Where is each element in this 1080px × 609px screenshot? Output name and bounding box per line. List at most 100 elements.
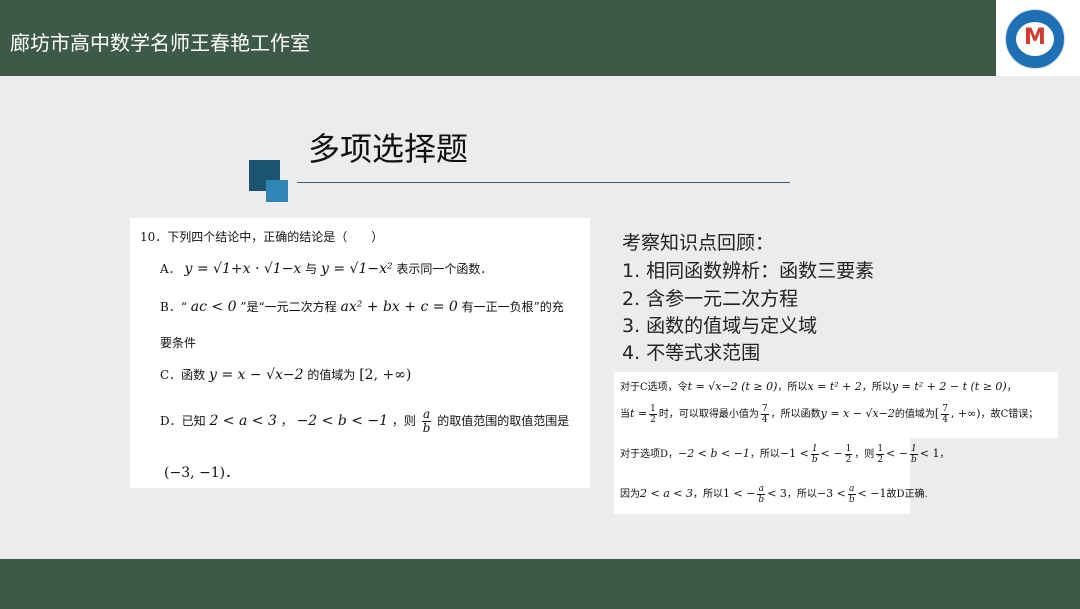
option-a-formula-2: y = √1−x² xyxy=(320,261,393,277)
sol-c2-frac-3-den: 4 xyxy=(942,415,948,425)
option-d-formula-1: 2 < a < 3 xyxy=(209,413,277,429)
sol-c-formula-2: x = t² + 2 xyxy=(807,380,862,393)
option-d: D．已知 2 < a < 3 ， −2 < b < −1 ，则 a b 的取值范… xyxy=(160,408,569,435)
sol-c2-frac-1: 12 xyxy=(649,404,657,425)
sol-d-frac-1: 1b xyxy=(810,444,819,465)
sol-c-text-4: ， xyxy=(1006,382,1017,393)
option-b-mid: ”是“一元二次方程 xyxy=(240,300,337,314)
title-underline xyxy=(297,182,790,183)
sol-d2-text-1: 因为 xyxy=(620,489,640,500)
sol-c2-formula-3: , +∞) xyxy=(950,407,981,420)
sol-c2-text-3: ，所以函数 xyxy=(770,409,821,420)
sol-c2-frac-2: 74 xyxy=(760,404,769,425)
sol-c2-frac-3-num: 7 xyxy=(941,404,949,415)
sol-c2-bracket: [ xyxy=(934,407,940,420)
sol-d-text-3: ，则 xyxy=(854,449,875,460)
solution-d-panel: 对于选项D，−2 < b < −1，所以−1 <1 b < −1 2 ，则 1 2 < −1 b… xyxy=(614,438,949,514)
review-title: 考察知识点回顾： xyxy=(622,232,775,254)
sol-d2-frac-2-num: a xyxy=(847,484,856,495)
question-stem: 10．下列四个结论中，正确的结论是（ ） xyxy=(140,230,384,244)
sol-d-frac-2-num: 1 xyxy=(844,444,853,455)
sol-c2-frac-1-den: 2 xyxy=(650,415,656,425)
question-panel: 10．下列四个结论中，正确的结论是（ ） A． y = √1+x · √1−x … xyxy=(130,218,590,488)
sol-d2-formula-2a: 1 < − xyxy=(722,487,756,500)
solution-c-line2: 当t = 1 2 时，可以取得最小值为 7 4 ，所以函数y = x − √x−2的值域为[… xyxy=(620,404,1038,425)
review-item-3: 3. 函数的值域与定义域 xyxy=(622,315,818,337)
sol-c2-text-1: 当 xyxy=(620,409,630,420)
option-b-formula-1: ac < 0 xyxy=(190,299,237,315)
sol-c2-text-5: ，故C错误； xyxy=(980,409,1039,420)
logo-letter: M xyxy=(1024,25,1046,50)
sol-d-frac-1-num: 1 xyxy=(810,444,819,455)
sol-c-text-3: ，所以 xyxy=(861,382,892,393)
option-b-line2: 要条件 xyxy=(160,336,197,350)
sol-d-formula-3b: < 1 xyxy=(919,447,940,460)
sol-d2-frac-1-den: b xyxy=(758,495,765,505)
option-a-label: A． xyxy=(160,262,181,276)
sol-d2-frac-2-den: b xyxy=(848,495,855,505)
sol-d-frac-3: 12 xyxy=(876,444,885,465)
option-b-formula-2: ax² + bx + c = 0 xyxy=(340,299,458,315)
sol-d-frac-4-den: b xyxy=(910,455,917,465)
sol-c2-formula-t: t = xyxy=(630,407,648,420)
sol-c-text-2: ，所以 xyxy=(777,382,808,393)
sol-d2-frac-1: ab xyxy=(757,484,766,505)
option-a-join: 与 xyxy=(305,262,318,276)
option-d-line2: (−3, −1)． xyxy=(164,462,239,482)
review-item-4: 4. 不等式求范围 xyxy=(622,342,761,364)
option-d-label: D．已知 xyxy=(160,414,206,428)
review-item-1: 1. 相同函数辨析：函数三要素 xyxy=(622,260,875,282)
option-a-formula-1: y = √1+x · √1−x xyxy=(184,261,302,277)
logo-area: M xyxy=(996,0,1080,76)
sol-c-text-1: 对于C选项，令 xyxy=(620,382,688,393)
solution-d-line1: 对于选项D，−2 < b < −1，所以−1 <1 b < −1 2 ，则 1 2 < −1 b… xyxy=(620,444,949,465)
review-item-2: 2. 含参一元二次方程 xyxy=(622,288,799,310)
sol-d-frac-1-den: b xyxy=(811,455,818,465)
option-c: C．函数 y = x − √x−2 的值域为 [2, +∞) xyxy=(160,366,411,383)
sol-d2-formula-3a: −3 < xyxy=(816,487,846,500)
option-d-formula-2: −2 < b < −1 xyxy=(296,413,389,429)
option-b: B．“ ac < 0 ”是“一元二次方程 ax² + bx + c = 0 有一… xyxy=(160,298,564,315)
option-d-tail: 的取值范围的取值范围是 xyxy=(437,414,570,428)
solution-c-line1: 对于C选项，令t = √x−2 (t ≥ 0)，所以x = t² + 2，所以y… xyxy=(620,378,1017,393)
logo-inner: M xyxy=(1016,22,1054,56)
sol-d2-text-3: ，所以 xyxy=(786,489,817,500)
option-b-label: B．“ xyxy=(160,300,187,314)
option-d-answer: (−3, −1)． xyxy=(164,465,240,481)
option-d-fraction: a b xyxy=(421,407,432,435)
sol-d-frac-2: 12 xyxy=(844,444,853,465)
option-d-mid: ，则 xyxy=(391,414,416,428)
sol-d2-text-4: 故D正确. xyxy=(886,489,928,500)
sol-d-formula-1: −2 < b < −1 xyxy=(678,447,750,460)
sol-d2-formula-3b: < −1 xyxy=(857,487,887,500)
sol-c2-frac-2-den: 4 xyxy=(761,415,768,425)
option-d-frac-den: b xyxy=(422,421,431,435)
sol-d-formula-3a: < − xyxy=(886,447,908,460)
sol-d-frac-2-den: 2 xyxy=(845,455,852,465)
sol-c-formula-1: t = √x−2 (t ≥ 0) xyxy=(687,380,778,393)
decor-square-light xyxy=(266,180,288,202)
header-bar: 廊坊市高中数学名师王春艳工作室 xyxy=(0,0,996,76)
option-a: A． y = √1+x · √1−x 与 y = √1−x² 表示同一个函数． xyxy=(160,260,492,277)
sol-c-formula-3: y = t² + 2 − t (t ≥ 0) xyxy=(891,380,1007,393)
sol-d2-frac-1-num: a xyxy=(757,484,766,495)
solution-d-line2: 因为2 < a < 3，所以1 < − a b < 3，所以−3 < a b < −1故D正… xyxy=(620,484,928,505)
sol-d-frac-4-num: 1 xyxy=(909,444,918,455)
sol-d-text-4: ， xyxy=(939,449,950,460)
option-d-comma: ， xyxy=(280,414,293,428)
studio-logo-icon: M xyxy=(1005,9,1065,69)
sol-d-text-1: 对于选项D， xyxy=(620,449,679,460)
header-title: 廊坊市高中数学名师王春艳工作室 xyxy=(10,31,310,55)
option-c-formula-1: y = x − √x−2 xyxy=(209,367,304,383)
sol-c2-text-2: 时，可以取得最小值为 xyxy=(658,409,759,420)
sol-c2-formula-2: y = x − √x−2 xyxy=(820,407,895,420)
option-c-label: C．函数 xyxy=(160,368,206,382)
sol-d-formula-2a: −1 < xyxy=(779,447,809,460)
footer-bar xyxy=(0,559,1080,609)
sol-d-formula-2b: < − xyxy=(820,447,843,460)
sol-d2-formula-1: 2 < a < 3 xyxy=(640,487,693,500)
sol-c2-frac-2-num: 7 xyxy=(760,404,769,415)
option-b-tail: 有一正一负根”的充 xyxy=(461,300,564,314)
option-c-mid: 的值域为 xyxy=(307,368,356,382)
option-d-frac-num: a xyxy=(421,407,432,422)
